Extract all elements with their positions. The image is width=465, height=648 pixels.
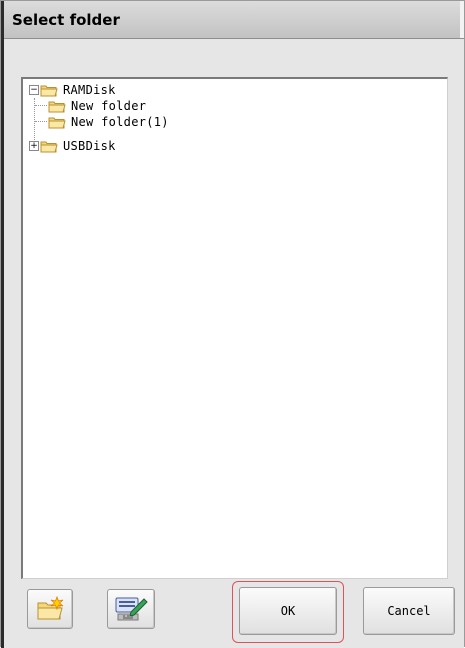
collapse-toggle[interactable]: −: [29, 85, 39, 95]
ok-button[interactable]: OK: [239, 587, 337, 635]
folder-icon: [40, 141, 58, 152]
tree-node-label: New folder: [71, 99, 147, 113]
folder-open-icon: [40, 85, 58, 96]
rename-button[interactable]: [107, 589, 155, 629]
expand-toggle[interactable]: +: [29, 141, 39, 151]
folder-icon: [48, 101, 66, 112]
tree-connector: [35, 121, 47, 122]
folder-icon: [48, 117, 66, 128]
select-folder-dialog: Select folder − RAMDisk New folder New f…: [0, 0, 465, 648]
title-bar-edge: [460, 1, 464, 38]
title-bar: Select folder: [4, 1, 464, 39]
dialog-title: Select folder: [12, 11, 120, 29]
tree-node-new-folder-1[interactable]: New folder(1): [48, 114, 169, 130]
tree-node-label: USBDisk: [63, 139, 116, 153]
cancel-button[interactable]: Cancel: [363, 587, 455, 635]
new-folder-icon: [37, 596, 64, 620]
tree-node-usbdisk[interactable]: + USBDisk: [29, 138, 116, 154]
new-folder-button[interactable]: [27, 589, 73, 629]
tree-node-label: New folder(1): [71, 115, 169, 129]
tree-node-label: RAMDisk: [63, 83, 116, 97]
folder-tree[interactable]: − RAMDisk New folder New folder(1) + USB…: [21, 77, 448, 579]
tree-node-ramdisk[interactable]: − RAMDisk: [29, 82, 116, 98]
tree-connector: [35, 105, 47, 106]
tree-node-new-folder[interactable]: New folder: [48, 98, 146, 114]
keyboard-edit-icon: [115, 597, 148, 621]
